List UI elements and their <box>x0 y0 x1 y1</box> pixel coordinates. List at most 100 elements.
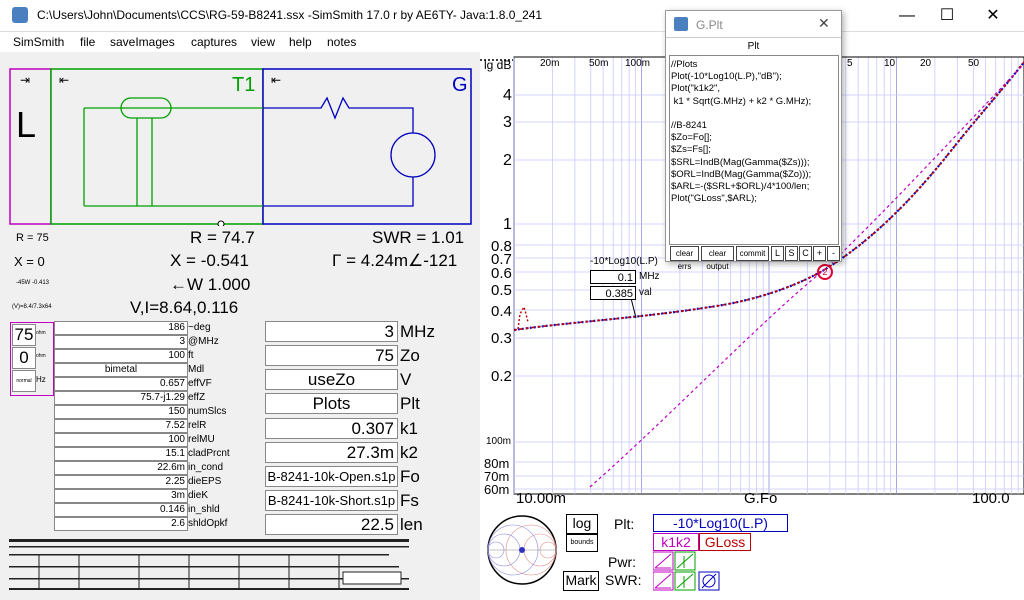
y-tick: 4 <box>503 87 512 104</box>
tooltip-freq: 0.1 <box>590 270 636 284</box>
table-label: in_shld <box>188 504 220 515</box>
x-axis-label: G.Fo <box>744 490 778 507</box>
app-icon <box>12 7 28 23</box>
table-label: in_cond <box>188 462 224 473</box>
close-button[interactable]: ✕ <box>970 0 1016 31</box>
load-r-readout: R = 75 <box>16 232 49 244</box>
plot-selector-gloss[interactable]: GLoss <box>699 533 751 551</box>
g-arrow-icon: ⇤ <box>271 73 281 87</box>
table-cell[interactable]: 186 <box>54 321 188 335</box>
menu-file[interactable]: file <box>80 35 95 49</box>
clear-errs-button[interactable]: clear errs <box>670 246 699 271</box>
x-top-tick: 50 <box>968 58 980 69</box>
y-tick: 0.2 <box>491 368 512 385</box>
k2-field[interactable]: 27.3m <box>265 442 398 463</box>
load-x-input[interactable]: 0 <box>12 347 36 369</box>
menu-notes[interactable]: notes <box>327 35 356 49</box>
table-cell[interactable]: 100 <box>54 349 188 363</box>
swr-label: SWR: <box>605 572 642 588</box>
plot-selector-primary[interactable]: -10*Log10(L.P) <box>653 514 788 532</box>
plot-selector-k1k2[interactable]: k1k2 <box>653 533 699 551</box>
table-cell[interactable]: 15.1 <box>54 447 188 461</box>
y-tick: 100m <box>486 436 512 447</box>
fo-field[interactable]: B-8241-10k-Open.s1p <box>265 466 398 487</box>
gplt-code-editor[interactable]: //Plots Plot(-10*Log10(L.P),"dB"); Plot(… <box>671 59 837 205</box>
t1-arrow-icon: ⇤ <box>59 73 69 87</box>
y-tick: 2 <box>503 152 512 169</box>
table-cell[interactable]: 7.52 <box>54 419 188 433</box>
generator-element-box[interactable] <box>262 68 472 225</box>
table-cell[interactable]: 2.25 <box>54 475 188 489</box>
pwr-swr-toggles[interactable] <box>653 551 723 591</box>
table-cell[interactable]: 0.146 <box>54 503 188 517</box>
table-cell[interactable]: 100 <box>54 433 188 447</box>
table-cell[interactable]: 150 <box>54 405 188 419</box>
load-type-select[interactable]: normal <box>12 370 36 392</box>
table-label: effZ <box>188 392 206 403</box>
y-tick: 0.6 <box>491 265 512 282</box>
table-cell[interactable]: 2.6 <box>54 517 188 531</box>
x-top-tick: 100m <box>625 58 651 69</box>
y-tick: 3 <box>503 114 512 131</box>
table-label: relMU <box>188 434 215 445</box>
minus-button[interactable]: - <box>827 246 840 261</box>
x-top-tick: 50m <box>589 58 609 69</box>
menu-help[interactable]: help <box>289 35 312 49</box>
c-button[interactable]: C <box>799 246 812 261</box>
table-label: ~deg <box>188 322 211 333</box>
freq-field[interactable]: 3 <box>265 321 398 342</box>
commit-button[interactable]: commit <box>736 246 769 261</box>
k1-field[interactable]: 0.307 <box>265 418 398 439</box>
menu-simsmith[interactable]: SimSmith <box>13 35 64 49</box>
l-button[interactable]: L <box>771 246 784 261</box>
plus-button[interactable]: + <box>813 246 826 261</box>
x-top-tick: 20m <box>540 58 560 69</box>
smith-chart[interactable] <box>486 514 558 586</box>
param-label: Fo <box>400 467 420 486</box>
gamma-readout: Γ = 4.24m∠-121 <box>332 251 458 270</box>
load-r-unit: ohm <box>36 330 46 336</box>
table-label: Mdl <box>188 364 205 375</box>
table-cell[interactable]: 75.7-j1.29 <box>54 391 188 405</box>
x-readout: X = -0.541 <box>170 251 249 270</box>
table-cell[interactable]: 3m <box>54 489 188 503</box>
y-tick: 1 <box>503 216 512 233</box>
menu-captures[interactable]: captures <box>191 35 237 49</box>
table-label: numSlcs <box>188 406 227 417</box>
table-cell[interactable]: 22.6m <box>54 461 188 475</box>
window-title: C:\Users\John\Documents\CCS\RG-59-B8241.… <box>37 8 543 22</box>
log-button[interactable]: log <box>566 514 598 534</box>
param-label: k1 <box>400 419 418 438</box>
fs-field[interactable]: B-8241-10k-Short.s1p <box>265 490 398 511</box>
load-x-unit: ohm <box>36 353 46 359</box>
plt-label: Plt: <box>614 516 635 532</box>
y-tick: 0.5 <box>491 282 512 299</box>
menu-view[interactable]: view <box>251 35 275 49</box>
table-label: cladPrcnt <box>188 448 230 459</box>
clear-output-button[interactable]: clear output <box>701 246 734 271</box>
s-button[interactable]: S <box>785 246 798 261</box>
load-vi-readout: (V)=8.4/7.3x64 <box>12 304 52 310</box>
len-field[interactable]: 22.5 <box>265 514 398 535</box>
maximize-button[interactable]: ☐ <box>924 0 970 31</box>
menu-saveimages[interactable]: saveImages <box>110 35 175 49</box>
bounds-button[interactable]: bounds <box>566 534 598 552</box>
param-label: Zo <box>400 346 420 365</box>
title-bar: C:\Users\John\Documents\CCS\RG-59-B8241.… <box>0 0 1024 32</box>
mark-button[interactable]: Mark <box>563 571 599 591</box>
table-label: effVF <box>188 378 212 389</box>
gplt-titlebar <box>666 11 841 38</box>
plt-field[interactable]: Plots <box>265 393 398 414</box>
swr-readout: SWR = 1.01 <box>372 228 465 247</box>
gplt-close-button[interactable]: ✕ <box>818 15 830 32</box>
zo-field[interactable]: 75 <box>265 345 398 366</box>
v-field[interactable]: useZo <box>265 369 398 390</box>
gplt-app-icon <box>674 17 688 31</box>
table-cell[interactable]: 0.657 <box>54 377 188 391</box>
table-cell[interactable]: 3 <box>54 335 188 349</box>
marker-2[interactable]: 2 <box>817 264 833 280</box>
param-label: k2 <box>400 443 418 462</box>
load-r-input[interactable]: 75 <box>12 324 36 346</box>
table-cell[interactable]: bimetal <box>54 363 188 377</box>
load-element-box[interactable] <box>9 68 52 225</box>
